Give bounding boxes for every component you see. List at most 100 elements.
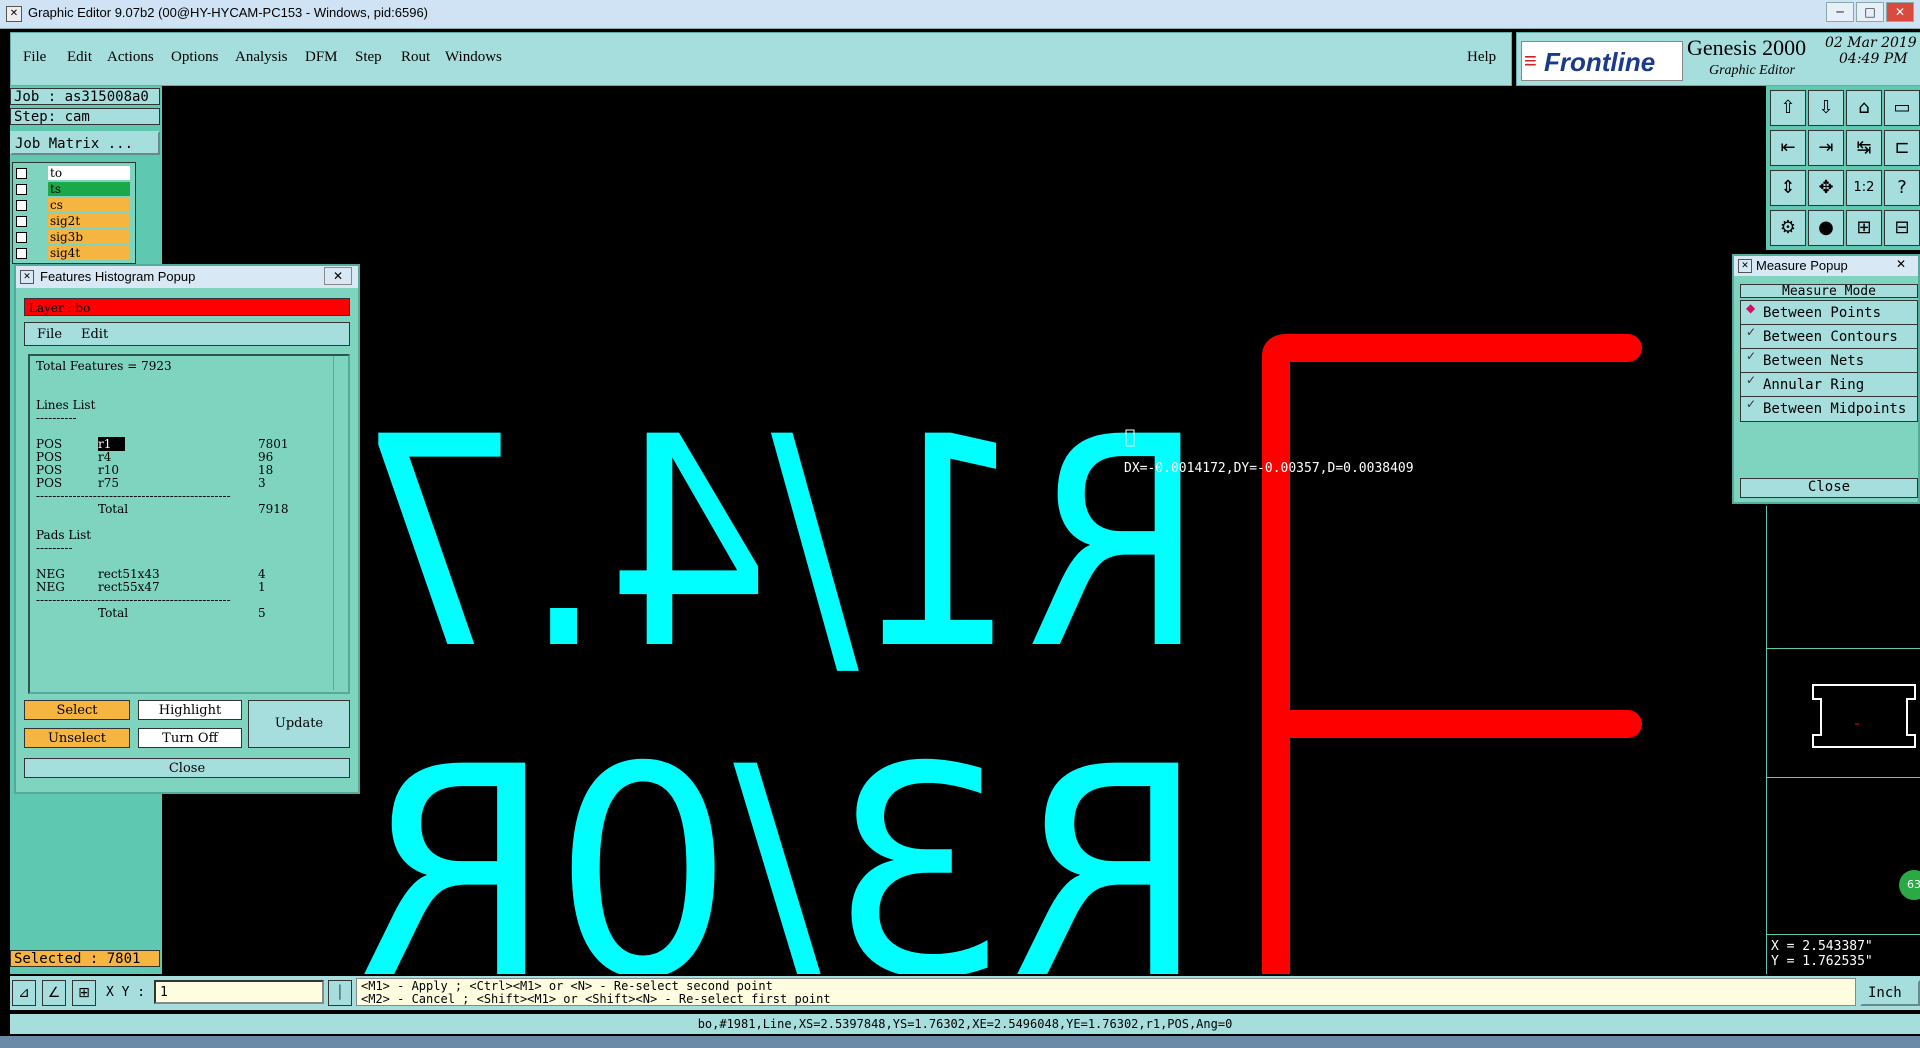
down-icon[interactable]: ⇩	[1808, 90, 1844, 126]
layer-checkbox[interactable]	[16, 200, 27, 211]
measure-option-4[interactable]: ✓ Between Midpoints	[1740, 396, 1918, 422]
pads-list-title: Pads List	[36, 528, 92, 542]
histogram-menu-file[interactable]: File	[37, 327, 62, 342]
zoom-ratio-icon[interactable]: 1:2	[1846, 170, 1882, 206]
menu-analysis[interactable]: Analysis	[235, 49, 288, 66]
pan-icon[interactable]: ✥	[1808, 170, 1844, 206]
lines-row[interactable]: POS r1 7801	[36, 437, 289, 451]
layer-checkbox[interactable]	[16, 248, 27, 259]
menu-options[interactable]: Options	[171, 49, 219, 66]
app-icon: ✕	[6, 6, 22, 22]
layer-name[interactable]: sig2t	[48, 214, 130, 228]
measure-popup: ✕ Measure Popup ✕ Measure Mode ◆ Between …	[1732, 254, 1920, 504]
bracket-icon[interactable]: ⊏	[1884, 130, 1920, 166]
layer-name[interactable]: to	[48, 166, 130, 180]
red-outline	[1262, 334, 1642, 974]
job-matrix-button[interactable]: Job Matrix ...	[10, 131, 160, 155]
layer-checkbox[interactable]	[16, 184, 27, 195]
measure-option-2[interactable]: ✓ Between Nets	[1740, 348, 1918, 374]
menu-edit[interactable]: Edit	[67, 49, 92, 66]
xy-input[interactable]	[154, 980, 324, 1004]
overview-map[interactable]	[1767, 648, 1920, 778]
pads-row[interactable]: NEG rect51x43 4	[36, 568, 289, 581]
grid-red-icon[interactable]: ⊞	[1846, 210, 1882, 246]
measure-option-3[interactable]: ✓ Annular Ring	[1740, 372, 1918, 398]
vertical-icon[interactable]: ⇕	[1770, 170, 1806, 206]
probe-icon[interactable]: ●	[1808, 210, 1844, 246]
maximize-button[interactable]: □	[1856, 2, 1884, 22]
frontline-logo: ≡ Frontline	[1521, 41, 1683, 81]
menu-actions[interactable]: Actions	[107, 49, 154, 66]
layer-row-4[interactable]: sig3b	[14, 230, 132, 245]
settings-icon[interactable]: ⚙	[1770, 210, 1806, 246]
highlight-button[interactable]: Highlight	[138, 700, 242, 720]
layer-row-0[interactable]: to	[14, 166, 132, 181]
histogram-menu-edit[interactable]: Edit	[81, 327, 108, 342]
menu-step[interactable]: Step	[355, 49, 382, 66]
popup-app-icon: ✕	[20, 270, 34, 284]
angle-icon[interactable]: ∠	[42, 980, 66, 1006]
measure-app-icon: ✕	[1738, 259, 1752, 273]
brand-panel: ≡ Frontline Genesis 2000 Graphic Editor …	[1516, 32, 1920, 86]
canvas-text-bottom: R3/0R	[356, 706, 1206, 974]
window-icon[interactable]: ▭	[1884, 90, 1920, 126]
unselect-button[interactable]: Unselect	[24, 728, 130, 748]
house-icon[interactable]: ⌂	[1846, 90, 1882, 126]
menu-dfm[interactable]: DFM	[305, 49, 338, 66]
snap-icon[interactable]: ⊿	[12, 980, 36, 1006]
right-icon[interactable]: ⇥	[1808, 130, 1844, 166]
grid-icon[interactable]: ⊞	[72, 980, 96, 1006]
layer-checkbox[interactable]	[16, 216, 27, 227]
symbol: r1	[98, 437, 126, 451]
radio-unselected-icon: ✓	[1746, 373, 1757, 387]
layer-row-5[interactable]: sig4t	[14, 246, 132, 261]
features-histogram-popup: ✕ Features Histogram Popup ✕ Layer : bo …	[14, 264, 360, 794]
histogram-menu-bar: File Edit	[24, 322, 350, 346]
select-button[interactable]: Select	[24, 700, 130, 720]
menu-file[interactable]: File	[23, 49, 46, 66]
step-name: Step: cam	[10, 108, 160, 125]
layer-name[interactable]: cs	[48, 198, 130, 212]
help-icon[interactable]: ?	[1884, 170, 1920, 206]
graphic-canvas[interactable]: R1/4.7 R3/0R DX=-0.0014172,DY=-0.00357,D…	[162, 86, 1766, 1043]
layer-name[interactable]: sig4t	[48, 246, 130, 260]
layer-checkbox[interactable]	[16, 232, 27, 243]
lines-row[interactable]: POS r10 18	[36, 464, 289, 477]
measure-option-0[interactable]: ◆ Between Points	[1740, 300, 1918, 326]
tab-icon[interactable]: ↹	[1846, 130, 1882, 166]
histogram-close-icon[interactable]: ✕	[324, 267, 352, 285]
product-subtitle: Graphic Editor	[1709, 63, 1795, 78]
menu-rout[interactable]: Rout	[401, 49, 430, 66]
measure-close-icon[interactable]: ✕	[1896, 257, 1906, 271]
menu-help[interactable]: Help	[1467, 49, 1496, 66]
close-window-button[interactable]: ✕	[1886, 2, 1914, 22]
histogram-scrollbar[interactable]	[333, 356, 348, 690]
windows-taskbar	[0, 1036, 1920, 1048]
radio-selected-icon: ◆	[1746, 301, 1756, 315]
total-features: Total Features = 7923	[36, 359, 172, 373]
histogram-close-button[interactable]: Close	[24, 758, 350, 778]
hint-panel: <M1> - Apply ; <Ctrl><M1> or <N> - Re-se…	[356, 978, 1856, 1006]
layer-name[interactable]: ts	[48, 182, 130, 196]
layer-row-1[interactable]: ts	[14, 182, 132, 197]
histogram-text-area: Total Features = 7923 Lines List -------…	[28, 354, 350, 694]
symbol: rect55x47	[98, 580, 160, 594]
left-icon[interactable]: ⇤	[1770, 130, 1806, 166]
lines-row[interactable]: POS r4 96	[36, 451, 289, 464]
menu-windows[interactable]: Windows	[445, 49, 502, 66]
layer-row-2[interactable]: cs	[14, 198, 132, 213]
measure-option-1[interactable]: ✓ Between Contours	[1740, 324, 1918, 350]
layer-row-3[interactable]: sig2t	[14, 214, 132, 229]
grid-alt-icon[interactable]: ⊟	[1884, 210, 1920, 246]
measure-close-button[interactable]: Close	[1740, 478, 1918, 498]
layer-name[interactable]: sig3b	[48, 230, 130, 244]
turn-off-button[interactable]: Turn Off	[138, 728, 242, 748]
units-selector[interactable]: Inch ▾	[1860, 980, 1920, 1023]
update-button[interactable]: Update	[248, 700, 350, 748]
canvas-svg: R1/4.7 R3/0R DX=-0.0014172,DY=-0.00357,D…	[356, 334, 1642, 1043]
minimize-button[interactable]: ─	[1826, 2, 1854, 22]
home-icon[interactable]: ⇧	[1770, 90, 1806, 126]
input-mode-icon[interactable]: ⏐	[328, 980, 352, 1006]
layer-checkbox[interactable]	[16, 168, 27, 179]
time-display: 04:49 PM	[1839, 51, 1908, 67]
